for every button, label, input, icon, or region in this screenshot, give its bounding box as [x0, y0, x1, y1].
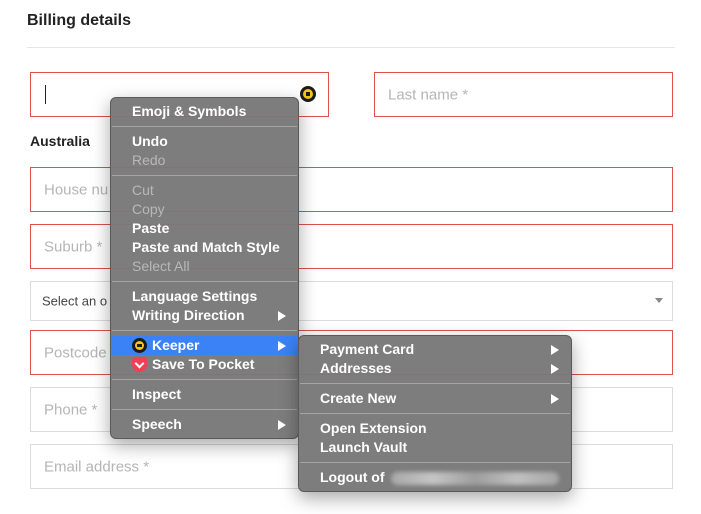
menu-item-paste-match-style[interactable]: Paste and Match Style	[111, 238, 298, 257]
menu-item-emoji-symbols[interactable]: Emoji & Symbols	[111, 102, 298, 121]
create-new-label: Create New	[320, 390, 397, 406]
menu-item-redo: Redo	[132, 152, 166, 168]
menu-separator	[112, 409, 297, 410]
payment-card-label: Payment Card	[320, 341, 415, 357]
menu-separator	[112, 379, 297, 380]
menu-separator	[112, 330, 297, 331]
submenu-item-open-extension[interactable]: Open Extension	[299, 419, 571, 438]
menu-separator	[112, 126, 297, 127]
keeper-icon	[132, 338, 147, 353]
menu-item-inspect[interactable]: Inspect	[111, 385, 298, 404]
menu-item-language-settings[interactable]: Language Settings	[111, 287, 298, 306]
menu-item-paste[interactable]: Paste	[111, 219, 298, 238]
last-name-input[interactable]: Last name *	[374, 72, 673, 117]
keeper-autofill-icon[interactable]	[300, 86, 316, 102]
keeper-label: Keeper	[152, 337, 200, 353]
menu-item-undo[interactable]: Undo	[111, 132, 298, 151]
writing-direction-label: Writing Direction	[132, 307, 245, 323]
submenu-arrow-icon	[551, 345, 559, 355]
keeper-submenu: Payment Card Addresses Create New Open E…	[298, 335, 572, 492]
submenu-arrow-icon	[278, 420, 286, 430]
billing-details-heading: Billing details	[27, 12, 132, 29]
menu-separator	[300, 462, 570, 463]
chevron-down-icon	[655, 298, 663, 303]
phone-placeholder: Phone *	[44, 401, 98, 418]
last-name-placeholder: Last name *	[388, 86, 469, 103]
submenu-arrow-icon	[278, 311, 286, 321]
postcode-placeholder: Postcode	[44, 344, 107, 361]
addresses-label: Addresses	[320, 360, 392, 376]
text-caret	[45, 85, 46, 104]
email-placeholder: Email address *	[44, 458, 150, 475]
submenu-item-logout[interactable]: Logout of	[299, 468, 571, 487]
menu-item-copy: Copy	[132, 201, 165, 217]
redacted-account	[390, 471, 559, 485]
submenu-item-addresses[interactable]: Addresses	[299, 359, 571, 378]
submenu-arrow-icon	[551, 364, 559, 374]
pocket-icon	[132, 357, 147, 372]
heading-divider	[27, 47, 675, 48]
menu-separator	[112, 175, 297, 176]
speech-label: Speech	[132, 416, 182, 432]
house-number-placeholder: House nu	[44, 181, 109, 198]
submenu-item-launch-vault[interactable]: Launch Vault	[299, 438, 571, 457]
suburb-placeholder: Suburb *	[44, 238, 103, 255]
submenu-arrow-icon	[551, 394, 559, 404]
submenu-arrow-icon	[278, 341, 286, 351]
menu-item-select-all: Select All	[132, 258, 190, 274]
menu-item-cut: Cut	[132, 182, 154, 198]
logout-label: Logout of	[320, 469, 385, 485]
context-menu: Emoji & Symbols Undo Redo Cut Copy Paste…	[110, 97, 299, 439]
save-to-pocket-label: Save To Pocket	[152, 356, 255, 372]
state-select-text: Select an o	[42, 293, 108, 309]
menu-separator	[112, 281, 297, 282]
submenu-item-create-new[interactable]: Create New	[299, 389, 571, 408]
menu-item-save-to-pocket[interactable]: Save To Pocket	[111, 355, 298, 374]
menu-item-writing-direction[interactable]: Writing Direction	[111, 306, 298, 325]
submenu-item-payment-card[interactable]: Payment Card	[299, 340, 571, 359]
menu-item-speech[interactable]: Speech	[111, 415, 298, 434]
country-value: Australia	[30, 133, 90, 149]
menu-item-keeper[interactable]: Keeper	[111, 336, 298, 355]
menu-separator	[300, 383, 570, 384]
menu-separator	[300, 413, 570, 414]
